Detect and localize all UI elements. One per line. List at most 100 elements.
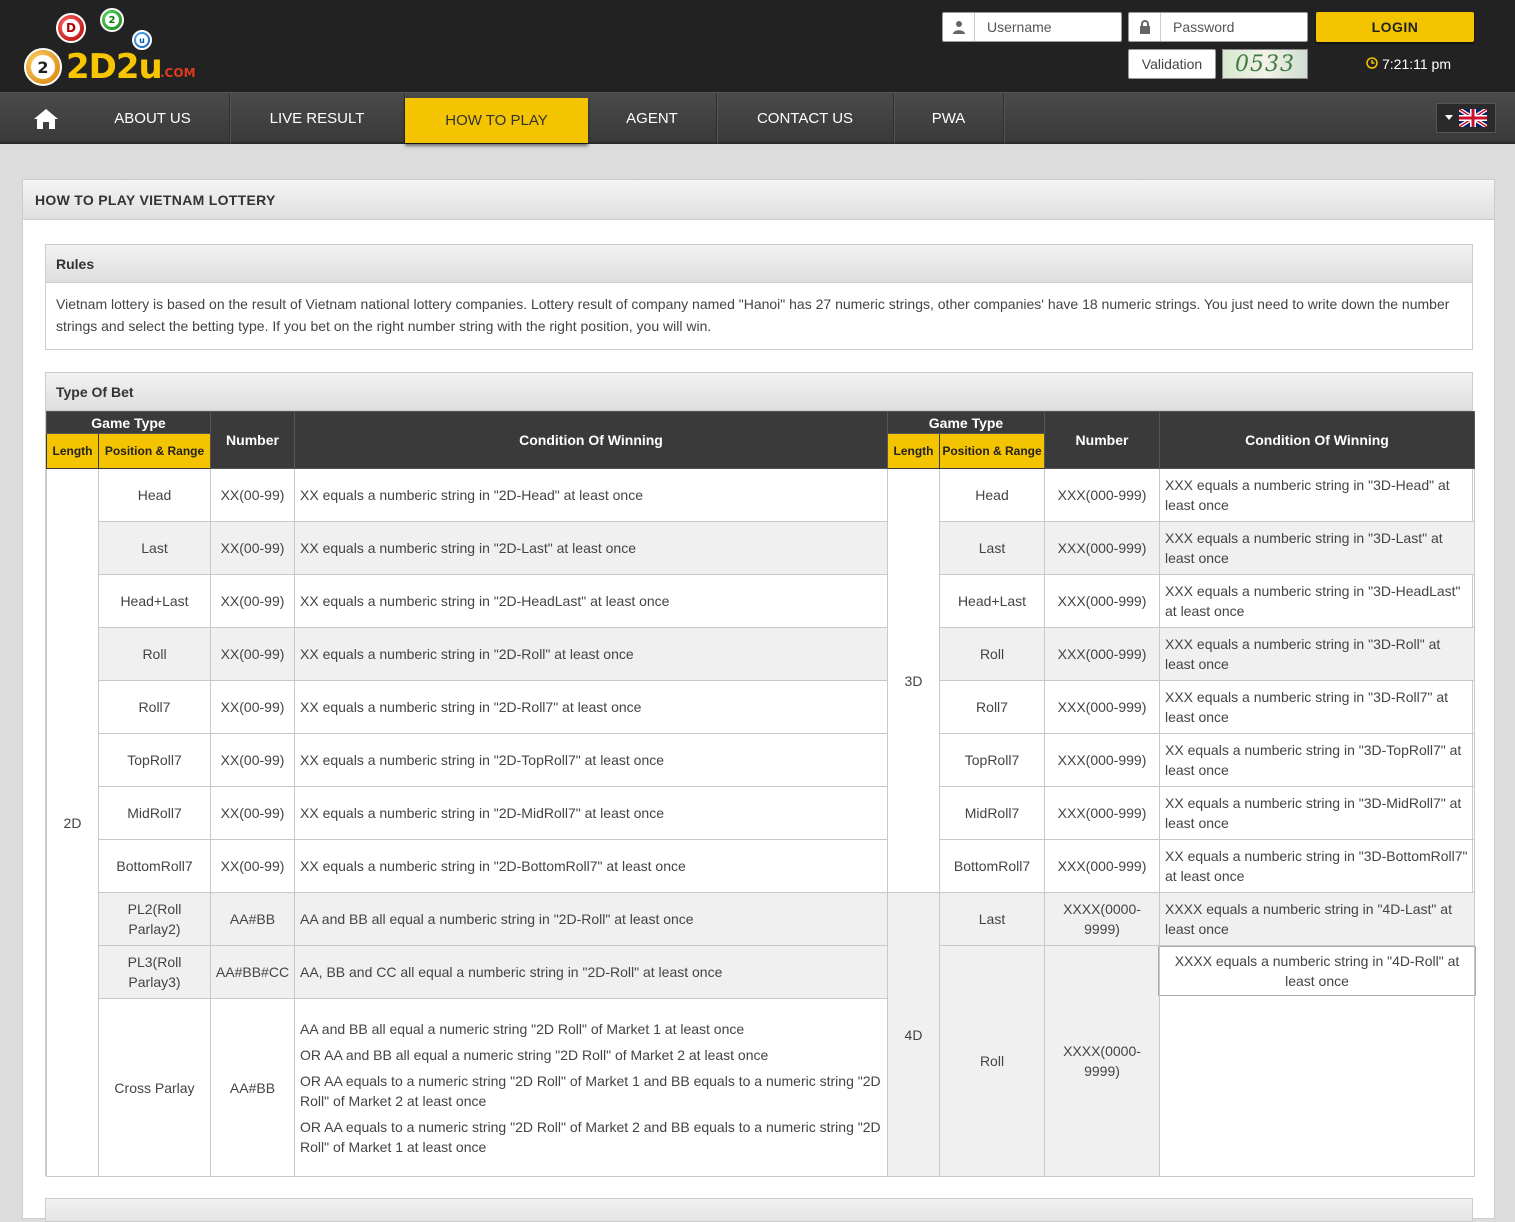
position-cell: TopRoll7 [98,733,211,787]
condition-cell: AA and BB all equal a numberic string in… [294,892,888,946]
site-logo[interactable]: D 2 u 2 2D2u .COM [22,8,212,88]
number-cell: XX(00-99) [210,468,295,522]
number-cell: XXX(000-999) [1044,839,1160,893]
number-cell: XXX(000-999) [1044,627,1160,681]
bet-types-table: Game Type Number Condition Of Winning Ga… [46,411,1476,1177]
clock-icon [1366,56,1378,72]
captcha-image: 0533 [1222,49,1308,79]
length-cell-2d: 2D [46,468,99,1177]
condition-cell: XX equals a numberic string in "3D-TopRo… [1159,733,1475,787]
login-button[interactable]: LOGIN [1316,12,1474,42]
position-cell: Head [98,468,211,522]
condition-cell-cross: AA and BB all equal a numeric string "2D… [294,998,888,1177]
position-cell: TopRoll7 [939,733,1045,787]
position-cell: Roll7 [98,680,211,734]
table-row: Roll7 XX(00-99) XX equals a numberic str… [47,680,1475,734]
server-clock: 7:21:11 pm [1366,56,1451,72]
condition-cell: XX equals a numberic string in "2D-Last"… [294,521,888,575]
lock-icon [1129,13,1161,41]
password-field [1128,12,1308,42]
table-row: TopRoll7 XX(00-99) XX equals a numberic … [47,733,1475,787]
nav-pwa[interactable]: PWA [894,93,1004,143]
length-cell-3d: 3D [887,468,940,893]
table-row: Last XX(00-99) XX equals a numberic stri… [47,521,1475,575]
lottery-ball-2: 2 [100,8,124,32]
position-cell: Head+Last [98,574,211,628]
bet-types-title: Type Of Bet [46,373,1472,411]
position-cell: Head [939,468,1045,522]
number-cell: XXX(000-999) [1044,786,1160,840]
logo-domain: .COM [160,66,196,80]
condition-cell-4d-roll: XXXX equals a numberic string in "4D-Rol… [1158,945,1476,1177]
header-number-right: Number [1044,411,1160,469]
table-row: Roll XX(00-99) XX equals a numberic stri… [47,627,1475,681]
home-link[interactable] [20,93,72,145]
table-row: PL3(Roll Parlay3) AA#BB#CC AA, BB and CC… [47,945,1476,1177]
caret-down-icon [1445,115,1453,120]
rules-title: Rules [46,245,1472,283]
lottery-ball-d: D [56,13,86,43]
condition-cell: XX equals a numberic string in "2D-HeadL… [294,574,888,628]
number-cell: XXX(000-999) [1044,521,1160,575]
number-cell: XXXX(0000-9999) [1044,945,1160,1177]
header-length-right: Length [887,433,940,469]
password-input[interactable] [1161,19,1291,35]
condition-text: XXXX equals a numberic string in "4D-Rol… [1158,946,1476,996]
user-icon [943,13,975,41]
number-cell: XX(00-99) [210,627,295,681]
site-header: D 2 u 2 2D2u .COM LOGIN 0533 7:21:11 pm [0,0,1515,92]
condition-cell: XX equals a numberic string in "2D-Head"… [294,468,888,522]
header-game-type-right: Game Type [887,411,1045,434]
condition-cell: XX equals a numberic string in "2D-Roll"… [294,627,888,681]
condition-cell: XXX equals a numberic string in "3D-Head… [1159,574,1475,628]
condition-cell: XX equals a numberic string in "3D-Botto… [1159,839,1475,893]
position-cell: Head+Last [939,574,1045,628]
number-cell: XXXX(0000-9999) [1044,892,1160,946]
cross-condition-1: AA and BB all equal a numeric string "2D… [300,1020,745,1037]
position-cell: PL2(Roll Parlay2) [98,892,211,946]
condition-cell: XXX equals a numberic string in "3D-Last… [1159,521,1475,575]
position-cell: Last [939,521,1045,575]
language-selector[interactable] [1436,103,1496,133]
home-icon [34,109,58,129]
condition-cell: XXX equals a numberic string in "3D-Head… [1159,468,1475,522]
position-cell: BottomRoll7 [98,839,211,893]
nav-contact-us[interactable]: CONTACT US [717,93,894,143]
position-cell: Last [98,521,211,575]
table-row: PL2(Roll Parlay2) AA#BB AA and BB all eq… [47,892,1475,1177]
number-cell: XX(00-99) [210,733,295,787]
header-length: Length [46,433,99,469]
number-cell: AA#BB [210,998,295,1177]
header-position: Position & Range [98,433,211,469]
cross-condition-2: OR AA and BB all equal a numeric string … [300,1046,769,1063]
username-field [942,12,1122,42]
cross-condition-3: OR AA equals to a numeric string "2D Rol… [300,1072,881,1109]
bet-types-section: Type Of Bet Game Type Number Condition O… [45,372,1476,1177]
nav-about-us[interactable]: ABOUT US [76,93,230,143]
logo-text: 2D2u [66,47,163,87]
condition-cell: XX equals a numberic string in "2D-MidRo… [294,786,888,840]
number-cell: XX(00-99) [210,521,295,575]
username-input[interactable] [975,19,1105,35]
header-game-type: Game Type [46,411,211,434]
length-cell-4d: 4D [887,892,940,1177]
next-section-header [45,1198,1473,1222]
position-cell: MidRoll7 [98,786,211,840]
position-cell: MidRoll7 [939,786,1045,840]
header-condition: Condition Of Winning [294,411,888,469]
position-cell: Roll [939,945,1045,1177]
uk-flag-icon [1459,109,1487,127]
position-cell: Roll [939,627,1045,681]
nav-how-to-play[interactable]: HOW TO PLAY [405,98,588,143]
condition-cell: XXXX equals a numberic string in "4D-Las… [1159,892,1475,946]
nav-live-result[interactable]: LIVE RESULT [230,93,405,143]
position-cell: Roll7 [939,680,1045,734]
condition-cell: XX equals a numberic string in "3D-MidRo… [1159,786,1475,840]
number-cell: XX(00-99) [210,786,295,840]
header-number: Number [210,411,295,469]
header-position-right: Position & Range [939,433,1045,469]
number-cell: AA#BB#CC [210,945,295,999]
nav-agent[interactable]: AGENT [588,93,717,143]
header-condition-right: Condition Of Winning [1159,411,1475,469]
validation-input[interactable] [1129,50,1215,78]
